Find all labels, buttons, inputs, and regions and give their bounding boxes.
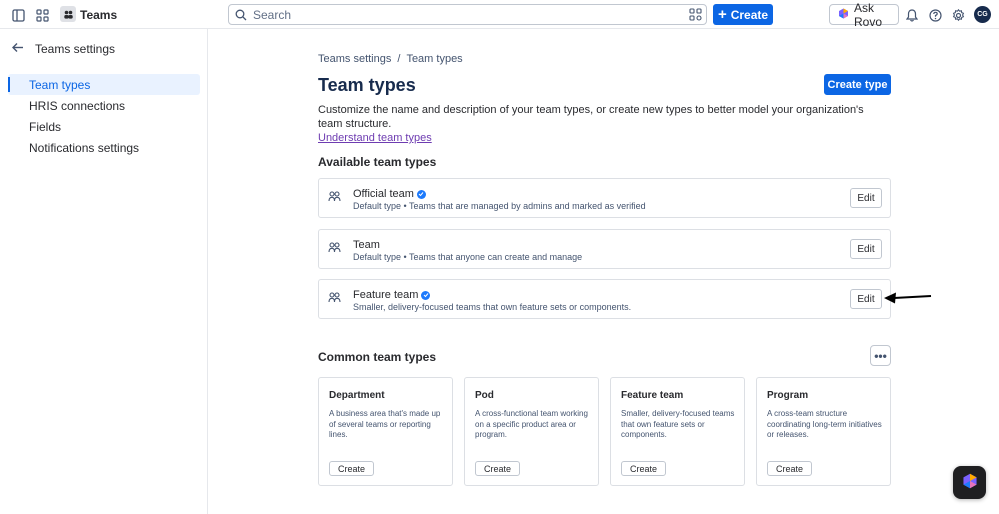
search-placeholder: Search bbox=[253, 7, 292, 22]
sidebar-item-label: Team types bbox=[29, 77, 91, 92]
team-type-name: Team bbox=[353, 239, 380, 251]
sidebar-item-hris-connections[interactable]: HRIS connections bbox=[8, 95, 200, 116]
rovo-icon bbox=[962, 473, 978, 492]
sidebar-toggle-icon[interactable] bbox=[9, 6, 27, 24]
breadcrumb: Teams settings / Team types bbox=[318, 53, 463, 65]
help-icon[interactable] bbox=[926, 6, 944, 24]
edit-team-button[interactable]: Edit bbox=[850, 239, 882, 259]
team-type-name-text: Feature team bbox=[353, 289, 419, 301]
team-type-name: Official team bbox=[353, 188, 426, 200]
settings-gear-icon[interactable] bbox=[949, 6, 967, 24]
create-pod-button[interactable]: Create bbox=[475, 461, 520, 476]
common-type-name: Program bbox=[767, 390, 809, 401]
create-department-button[interactable]: Create bbox=[329, 461, 374, 476]
page-description: Customize the name and description of yo… bbox=[318, 103, 891, 145]
ask-rovo-button[interactable]: Ask Rovo bbox=[829, 1, 899, 29]
common-type-description: A business area that's made up of severa… bbox=[329, 409, 441, 439]
rovo-chat-button[interactable] bbox=[953, 466, 986, 499]
app-switcher-icon[interactable] bbox=[33, 6, 51, 24]
team-type-subtitle: Smaller, delivery-focused teams that own… bbox=[353, 302, 632, 312]
annotation-arrow-icon bbox=[884, 290, 932, 309]
description-text: Customize the name and description of yo… bbox=[318, 104, 864, 130]
sidebar-item-label: Fields bbox=[29, 119, 62, 134]
teams-logo-icon[interactable] bbox=[60, 6, 76, 22]
common-type-description: A cross-functional team working on a spe… bbox=[475, 409, 588, 439]
create-program-button[interactable]: Create bbox=[767, 461, 812, 476]
verified-check-icon bbox=[421, 290, 431, 300]
plus-icon: + bbox=[717, 5, 727, 23]
page-title: Team types bbox=[318, 75, 416, 95]
sidebar-item-notifications-settings[interactable]: Notifications settings bbox=[8, 137, 200, 158]
common-type-card-department: Department A business area that's made u… bbox=[318, 377, 453, 486]
app-name[interactable]: Teams bbox=[80, 8, 117, 22]
rovo-icon bbox=[838, 8, 849, 22]
edit-feature-team-button[interactable]: Edit bbox=[850, 289, 882, 309]
ask-rovo-label: Ask Rovo bbox=[854, 0, 883, 29]
team-icon bbox=[328, 241, 342, 255]
breadcrumb-team-types[interactable]: Team types bbox=[406, 53, 462, 65]
edit-official-team-button[interactable]: Edit bbox=[850, 188, 882, 208]
common-type-description: A cross-team structure coordinating long… bbox=[767, 409, 882, 439]
search-icon bbox=[235, 9, 247, 24]
common-type-name: Department bbox=[329, 390, 385, 401]
common-type-card-program: Program A cross-team structure coordinat… bbox=[756, 377, 891, 486]
team-type-card-official-team: Official team Default type • Teams that … bbox=[318, 178, 891, 218]
back-arrow-icon[interactable] bbox=[11, 41, 25, 55]
verified-check-icon bbox=[416, 189, 426, 199]
breadcrumb-separator: / bbox=[397, 53, 401, 65]
common-type-card-pod: Pod A cross-functional team working on a… bbox=[464, 377, 599, 486]
common-type-description: Smaller, delivery-focused teams that own… bbox=[621, 409, 735, 439]
notifications-bell-icon[interactable] bbox=[903, 6, 921, 24]
common-type-name: Pod bbox=[475, 390, 494, 401]
team-type-subtitle: Default type • Teams that anyone can cre… bbox=[353, 252, 583, 262]
breadcrumb-teams-settings[interactable]: Teams settings bbox=[318, 53, 391, 65]
team-type-card-feature-team: Feature team Smaller, delivery-focused t… bbox=[318, 279, 891, 319]
sidebar-item-label: Notifications settings bbox=[29, 140, 140, 155]
team-type-card-team: Team Default type • Teams that anyone ca… bbox=[318, 229, 891, 269]
sidebar-title: Teams settings bbox=[35, 42, 116, 56]
more-options-button[interactable]: ••• bbox=[870, 345, 891, 366]
common-type-name: Feature team bbox=[621, 390, 684, 401]
common-type-card-feature-team: Feature team Smaller, delivery-focused t… bbox=[610, 377, 745, 486]
user-avatar[interactable]: CG bbox=[974, 6, 991, 23]
common-team-types-heading: Common team types bbox=[318, 350, 437, 364]
understand-team-types-link[interactable]: Understand team types bbox=[318, 131, 891, 145]
settings-sidebar: Teams settings Team types HRIS connectio… bbox=[0, 29, 208, 514]
team-type-name-text: Official team bbox=[353, 188, 414, 200]
top-navigation-bar: Teams Search + Create Ask Rovo CG bbox=[0, 0, 999, 29]
create-button[interactable]: + Create bbox=[713, 4, 773, 25]
available-team-types-heading: Available team types bbox=[318, 155, 437, 169]
create-feature-team-button[interactable]: Create bbox=[621, 461, 666, 476]
team-icon bbox=[328, 291, 342, 305]
sidebar-item-team-types[interactable]: Team types bbox=[8, 74, 200, 95]
sidebar-item-fields[interactable]: Fields bbox=[8, 116, 200, 137]
search-input[interactable]: Search bbox=[228, 4, 707, 25]
sidebar-item-label: HRIS connections bbox=[29, 98, 126, 113]
team-type-subtitle: Default type • Teams that are managed by… bbox=[353, 201, 646, 211]
create-type-button[interactable]: Create type bbox=[824, 74, 891, 95]
team-type-name: Feature team bbox=[353, 289, 431, 301]
team-icon bbox=[328, 190, 342, 204]
create-button-label: Create bbox=[730, 7, 769, 22]
team-type-name-text: Team bbox=[353, 239, 380, 251]
search-filter-icon[interactable] bbox=[689, 8, 702, 24]
